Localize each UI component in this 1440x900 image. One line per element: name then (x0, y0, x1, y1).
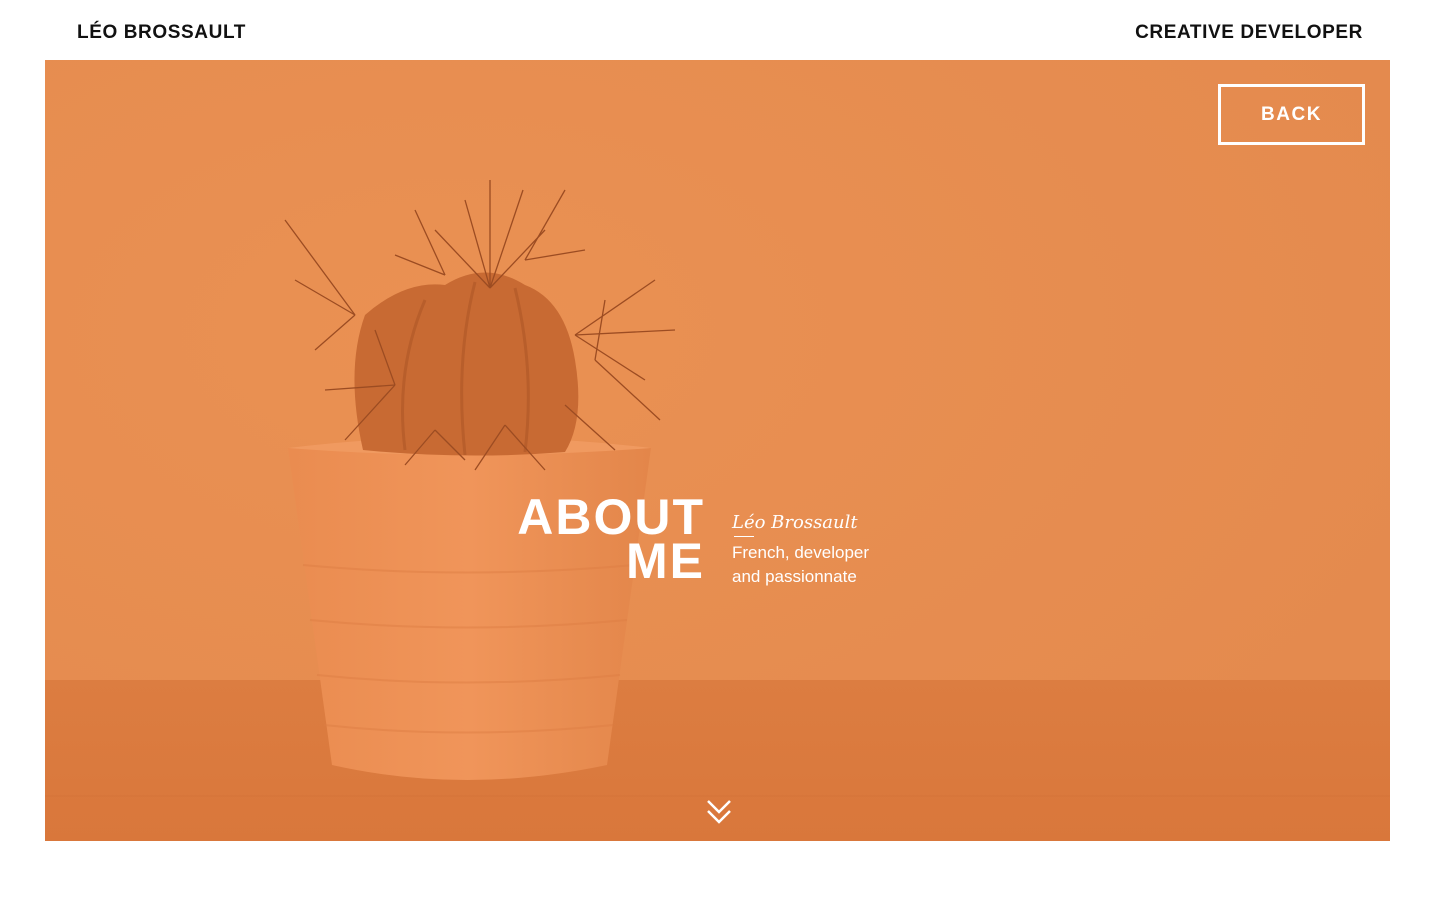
name-underline (734, 536, 754, 537)
author-name: Léo Brossault (732, 512, 858, 533)
about-hero: BACK ABOUT ME Léo Brossault French, deve… (45, 60, 1390, 841)
double-chevron-down-icon[interactable] (706, 798, 732, 826)
cactus-photo (45, 60, 1390, 841)
page-title-line-2: ME (626, 533, 705, 589)
intro-description-line-1: French, developer (732, 543, 870, 562)
intro-block: Léo Brossault French, developer and pass… (732, 511, 869, 589)
top-bar: LÉO BROSSAULT CREATIVE DEVELOPER (0, 0, 1440, 60)
role-label: CREATIVE DEVELOPER (1135, 22, 1363, 43)
brand-logo-link[interactable]: LÉO BROSSAULT (77, 22, 246, 44)
page-title: ABOUT ME (485, 492, 705, 589)
intro-description-line-2: and passionnate (732, 567, 857, 586)
back-button[interactable]: BACK (1218, 84, 1365, 145)
